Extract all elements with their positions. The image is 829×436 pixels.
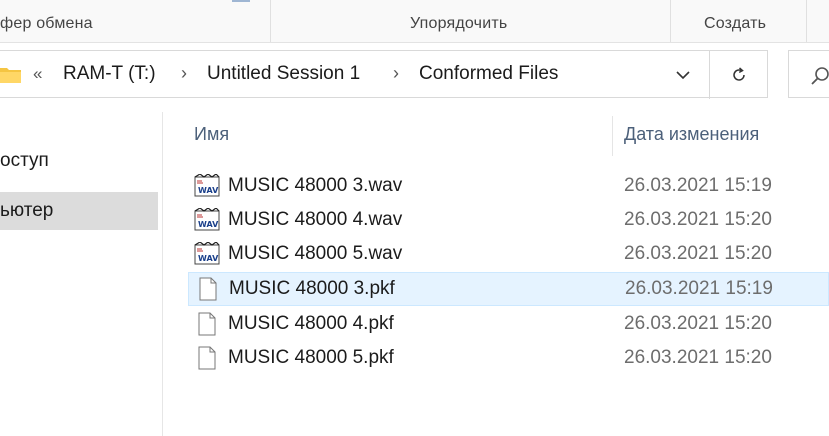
breadcrumb-item-drive[interactable]: RAM-T (T:) [63,63,156,85]
file-date-modified: 26.03.2021 15:19 [624,175,772,196]
file-date-modified: 26.03.2021 15:20 [624,347,772,368]
file-explorer-window: фер обмена Упорядочить Создать « RAM-T (… [0,0,829,436]
ribbon-divider [670,0,671,42]
file-name: MUSIC 48000 3.wav [228,175,403,196]
nav-item-quick-access[interactable]: оступ [0,142,158,180]
ribbon-divider [270,0,271,42]
file-row[interactable]: MUSIC 48000 5.pkf 26.03.2021 15:20 [188,341,829,375]
file-name: MUSIC 48000 4.pkf [228,313,394,334]
search-icon [811,67,829,85]
breadcrumb-item-session[interactable]: Untitled Session 1 [207,63,360,85]
ribbon-group-new[interactable]: Создать [704,15,766,33]
file-row[interactable]: MUSIC 48000 4.pkf 26.03.2021 15:20 [188,307,829,341]
file-row[interactable]: WAV MUSIC 48000 4.wav 26.03.2021 15:20 [188,203,829,237]
ribbon-divider [806,0,807,42]
file-name: MUSIC 48000 4.wav [228,209,403,230]
breadcrumb-item-current-folder[interactable]: Conformed Files [419,63,558,85]
wav-audio-file-icon: WAV [194,242,220,265]
refresh-button[interactable] [719,60,759,90]
address-divider [709,51,710,99]
svg-text:WAV: WAV [198,254,219,263]
wav-audio-file-icon: WAV [194,174,220,197]
blank-file-icon [198,312,216,336]
ribbon-icon-fragment [232,0,250,2]
address-history-dropdown[interactable] [665,60,701,90]
wav-audio-file-icon: WAV [194,208,220,231]
file-row-hovered[interactable]: MUSIC 48000 3.pkf 26.03.2021 15:19 [188,272,829,306]
ribbon-group-clipboard[interactable]: фер обмена [0,15,93,33]
file-row[interactable]: WAV MUSIC 48000 5.wav 26.03.2021 15:20 [188,237,829,271]
column-header-date-modified[interactable]: Дата изменения [624,124,759,145]
file-name: MUSIC 48000 5.pkf [228,347,394,368]
file-date-modified: 26.03.2021 15:20 [624,243,772,264]
address-bar[interactable]: « RAM-T (T:) › Untitled Session 1 › Conf… [0,50,768,99]
refresh-icon [733,67,745,81]
breadcrumb-separator[interactable]: › [393,63,399,84]
file-date-modified: 26.03.2021 15:19 [625,278,773,299]
svg-text:WAV: WAV [198,186,219,195]
svg-text:WAV: WAV [198,220,219,229]
folder-icon [0,68,21,83]
blank-file-icon [198,346,216,370]
column-divider[interactable] [612,116,613,156]
blank-file-icon [199,277,217,301]
pane-divider [162,112,163,436]
file-name: MUSIC 48000 3.pkf [229,278,395,299]
file-row[interactable]: WAV MUSIC 48000 3.wav 26.03.2021 15:19 [188,169,829,203]
address-row: « RAM-T (T:) › Untitled Session 1 › Conf… [0,50,829,100]
file-name: MUSIC 48000 5.wav [228,243,403,264]
column-header-name[interactable]: Имя [194,124,229,145]
chevron-down-icon [676,70,690,79]
file-date-modified: 26.03.2021 15:20 [624,209,772,230]
search-input[interactable] [788,50,829,98]
breadcrumb-separator[interactable]: › [181,63,187,84]
ribbon-group-organize[interactable]: Упорядочить [410,15,507,33]
nav-item-this-pc[interactable]: ьютер [0,192,158,230]
navigation-pane: оступ ьютер [0,112,160,436]
breadcrumb-overflow-button[interactable]: « [33,64,42,84]
file-date-modified: 26.03.2021 15:20 [624,313,772,334]
ribbon: фер обмена Упорядочить Создать [0,0,829,43]
